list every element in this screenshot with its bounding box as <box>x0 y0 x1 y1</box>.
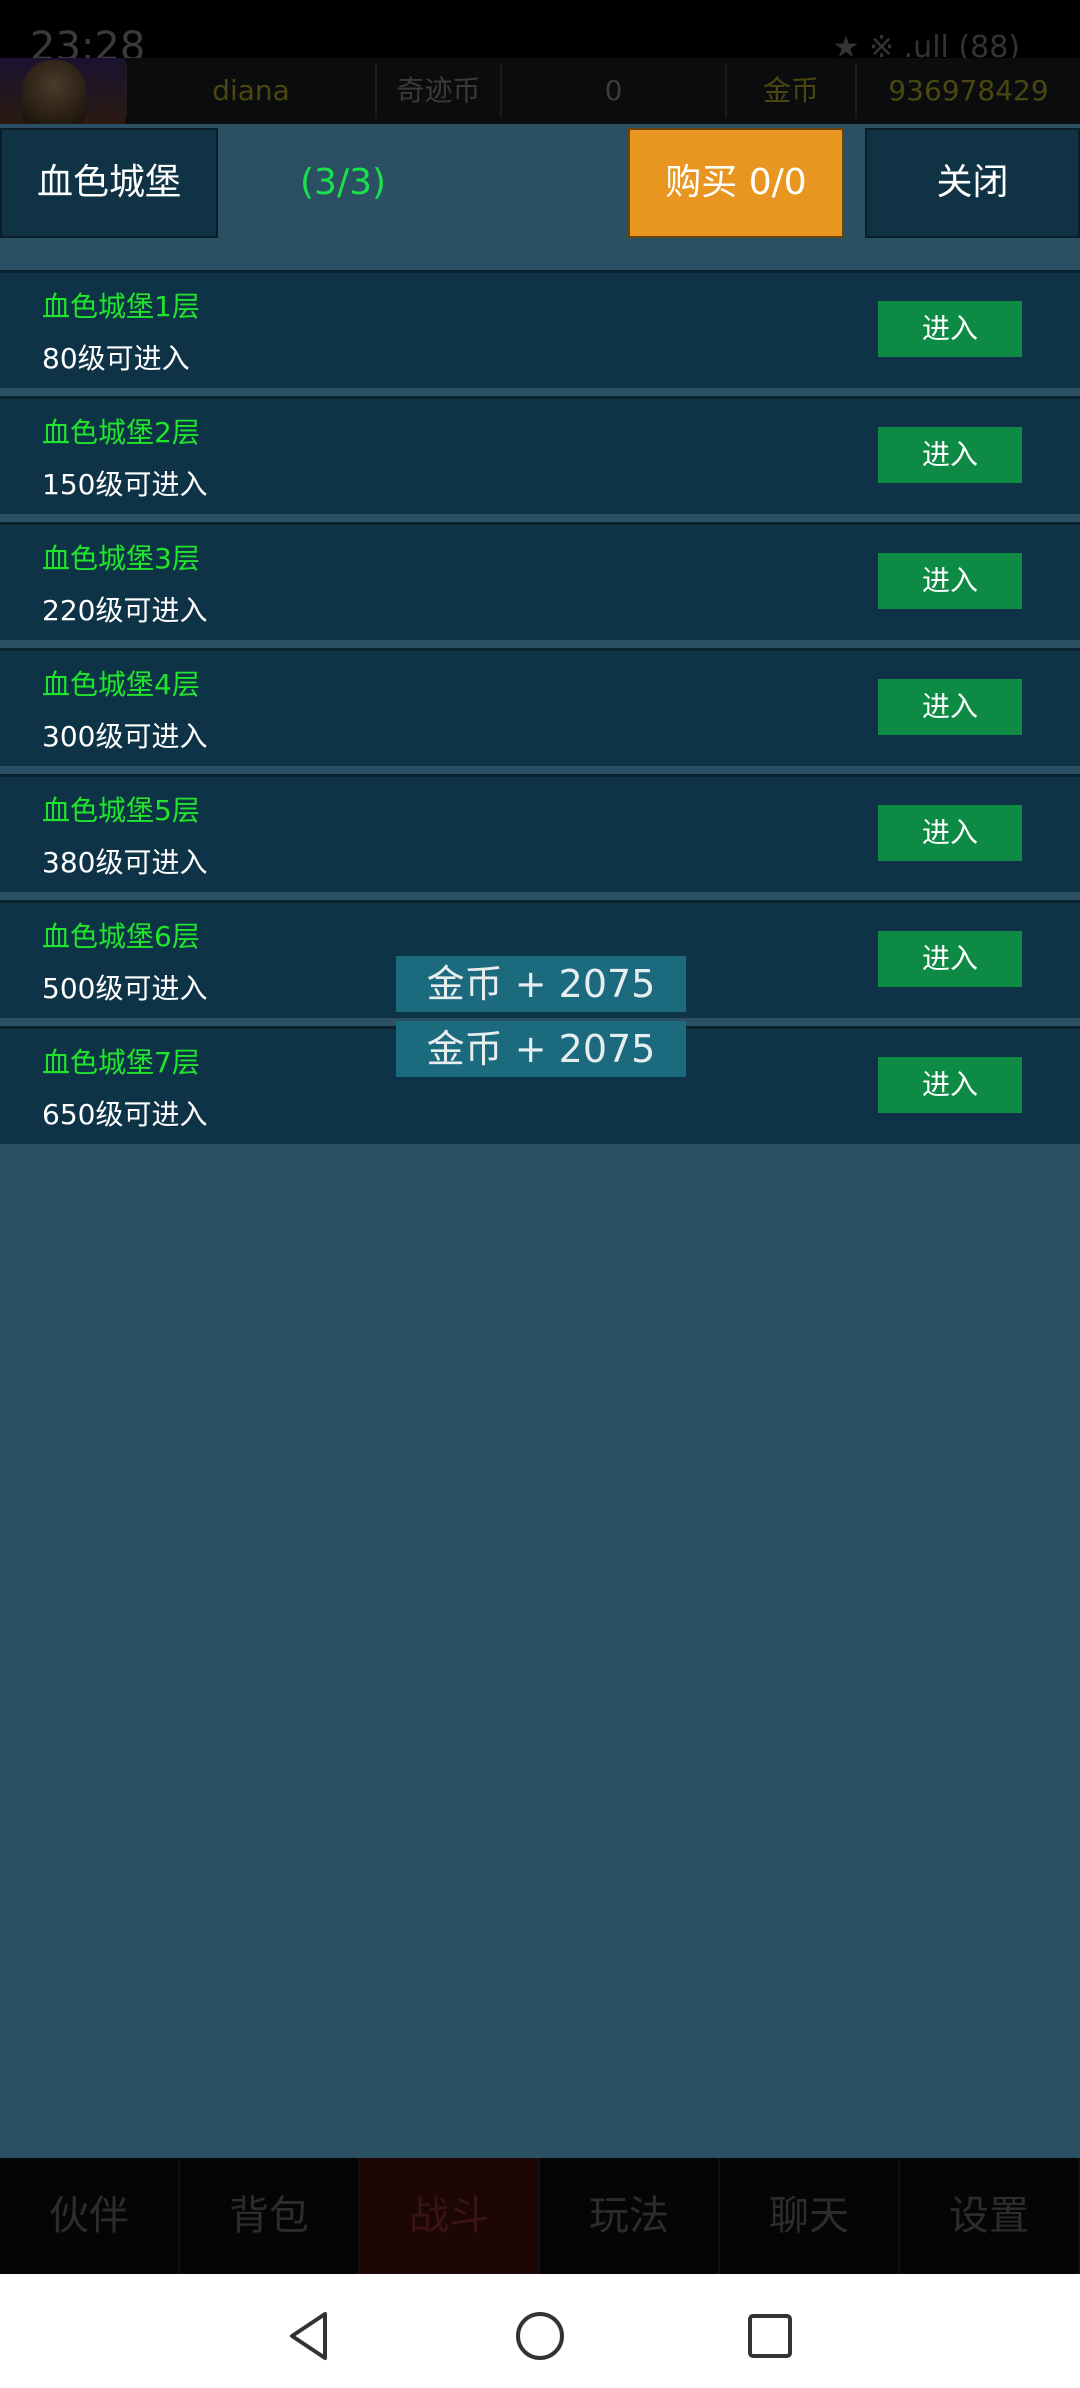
recent-apps-icon[interactable] <box>740 2306 800 2366</box>
avatar[interactable] <box>0 58 125 124</box>
floor-requirement: 380级可进入 <box>42 846 208 879</box>
nav-gameplay[interactable]: 玩法 <box>540 2158 720 2274</box>
enter-button-floor-7[interactable]: 进入 <box>878 1057 1022 1113</box>
floor-list: 血色城堡1层 80级可进入 进入 血色城堡2层 150级可进入 进入 血色城堡3… <box>0 270 1080 1152</box>
enter-button-floor-6[interactable]: 进入 <box>878 931 1022 987</box>
floor-row-2: 血色城堡2层 150级可进入 进入 <box>0 396 1080 514</box>
enter-button-floor-1[interactable]: 进入 <box>878 301 1022 357</box>
nav-settings[interactable]: 设置 <box>900 2158 1080 2274</box>
currency2-value: 936978429 <box>855 64 1080 118</box>
floor-row-3: 血色城堡3层 220级可进入 进入 <box>0 522 1080 640</box>
nav-battle[interactable]: 战斗 <box>360 2158 540 2274</box>
nav-chat[interactable]: 聊天 <box>720 2158 900 2274</box>
floor-requirement: 650级可进入 <box>42 1098 208 1131</box>
bottom-nav: 伙伴 背包 战斗 玩法 聊天 设置 <box>0 2158 1080 2274</box>
floor-row-4: 血色城堡4层 300级可进入 进入 <box>0 648 1080 766</box>
floor-row-5: 血色城堡5层 380级可进入 进入 <box>0 774 1080 892</box>
currency1-value: 0 <box>500 64 725 118</box>
player-info-bar: diana 奇迹币 0 金币 936978429 <box>0 58 1080 124</box>
system-nav-bar <box>0 2274 1080 2388</box>
currency2-label: 金币 <box>725 64 855 118</box>
floor-requirement: 500级可进入 <box>42 972 208 1005</box>
panel-title: 血色城堡 <box>0 128 218 238</box>
floor-name: 血色城堡5层 <box>42 794 200 827</box>
nav-bag[interactable]: 背包 <box>180 2158 360 2274</box>
floor-name: 血色城堡4层 <box>42 668 200 701</box>
currency1-label: 奇迹币 <box>375 64 500 118</box>
enter-button-floor-5[interactable]: 进入 <box>878 805 1022 861</box>
floor-row-1: 血色城堡1层 80级可进入 进入 <box>0 270 1080 388</box>
username: diana <box>125 64 375 118</box>
floor-requirement: 300级可进入 <box>42 720 208 753</box>
enter-button-floor-4[interactable]: 进入 <box>878 679 1022 735</box>
reward-toast: 金币 + 2075 <box>396 956 686 1012</box>
floor-name: 血色城堡7层 <box>42 1046 200 1079</box>
floor-name: 血色城堡6层 <box>42 920 200 953</box>
buy-button[interactable]: 购买 0/0 <box>628 128 844 238</box>
floor-requirement: 150级可进入 <box>42 468 208 501</box>
status-bar: 23:28 ★ ※ .ull (88) <box>0 0 1080 70</box>
enter-button-floor-3[interactable]: 进入 <box>878 553 1022 609</box>
nav-partner[interactable]: 伙伴 <box>0 2158 180 2274</box>
floor-requirement: 80级可进入 <box>42 342 190 375</box>
floor-name: 血色城堡3层 <box>42 542 200 575</box>
home-icon[interactable] <box>510 2306 570 2366</box>
enter-button-floor-2[interactable]: 进入 <box>878 427 1022 483</box>
back-icon[interactable] <box>280 2306 340 2366</box>
floor-requirement: 220级可进入 <box>42 594 208 627</box>
avatar-face-icon <box>22 60 86 124</box>
entry-count: (3/3) <box>300 162 387 203</box>
close-button[interactable]: 关闭 <box>865 128 1080 238</box>
reward-toast: 金币 + 2075 <box>396 1021 686 1077</box>
floor-name: 血色城堡1层 <box>42 290 200 323</box>
floor-name: 血色城堡2层 <box>42 416 200 449</box>
